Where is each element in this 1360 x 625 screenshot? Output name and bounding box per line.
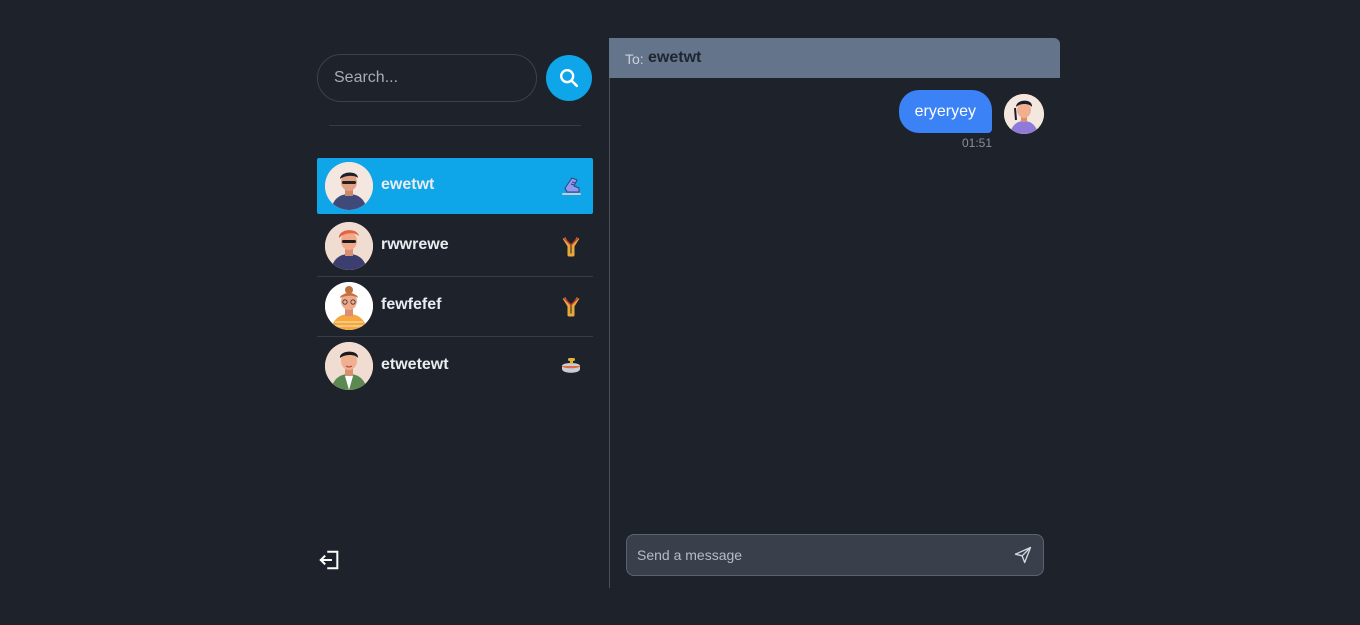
conversation-name: etwetewt — [381, 356, 449, 373]
chat-header: To: ewetwt — [609, 38, 1060, 78]
message-composer — [626, 534, 1044, 576]
send-icon[interactable] — [1013, 545, 1033, 565]
search-form — [317, 54, 593, 102]
conversation-name: rwwrewe — [381, 236, 449, 253]
logout-icon[interactable] — [319, 549, 341, 571]
search-button[interactable] — [546, 55, 592, 101]
avatar — [325, 222, 373, 270]
search-icon — [560, 69, 579, 88]
conversation-item[interactable]: fewfefef — [317, 278, 593, 337]
curling-stone-icon — [562, 358, 580, 373]
avatar — [325, 342, 373, 390]
conversation-item[interactable]: etwetewt — [317, 338, 593, 394]
avatar — [325, 282, 373, 330]
message-input[interactable] — [627, 535, 1017, 575]
sidebar: ewetwt — [317, 38, 610, 588]
conversation-name: fewfefef — [381, 296, 442, 313]
message-time: 01:51 — [961, 136, 992, 150]
message-bubble: eryeryey — [898, 90, 992, 133]
slingshot-icon — [562, 297, 580, 317]
conversation-item[interactable]: ewetwt — [317, 158, 593, 214]
ice-skate-icon — [562, 177, 581, 195]
conversation-name: ewetwt — [381, 176, 435, 193]
chat-panel: To: ewetwt eryeryey 01:51 — [609, 38, 1060, 588]
avatar — [325, 162, 373, 210]
conversation-list: ewetwt rwwrewe fewfefef etwetewt — [317, 158, 593, 398]
conversation-item[interactable]: rwwrewe — [317, 218, 593, 277]
to-label: To: — [625, 51, 644, 67]
chat-app: ewetwt — [317, 38, 1060, 588]
avatar — [1004, 94, 1044, 134]
sidebar-divider — [329, 125, 581, 126]
recipient-name: ewetwt — [648, 49, 702, 66]
slingshot-icon — [562, 237, 580, 257]
search-input[interactable] — [317, 54, 537, 102]
